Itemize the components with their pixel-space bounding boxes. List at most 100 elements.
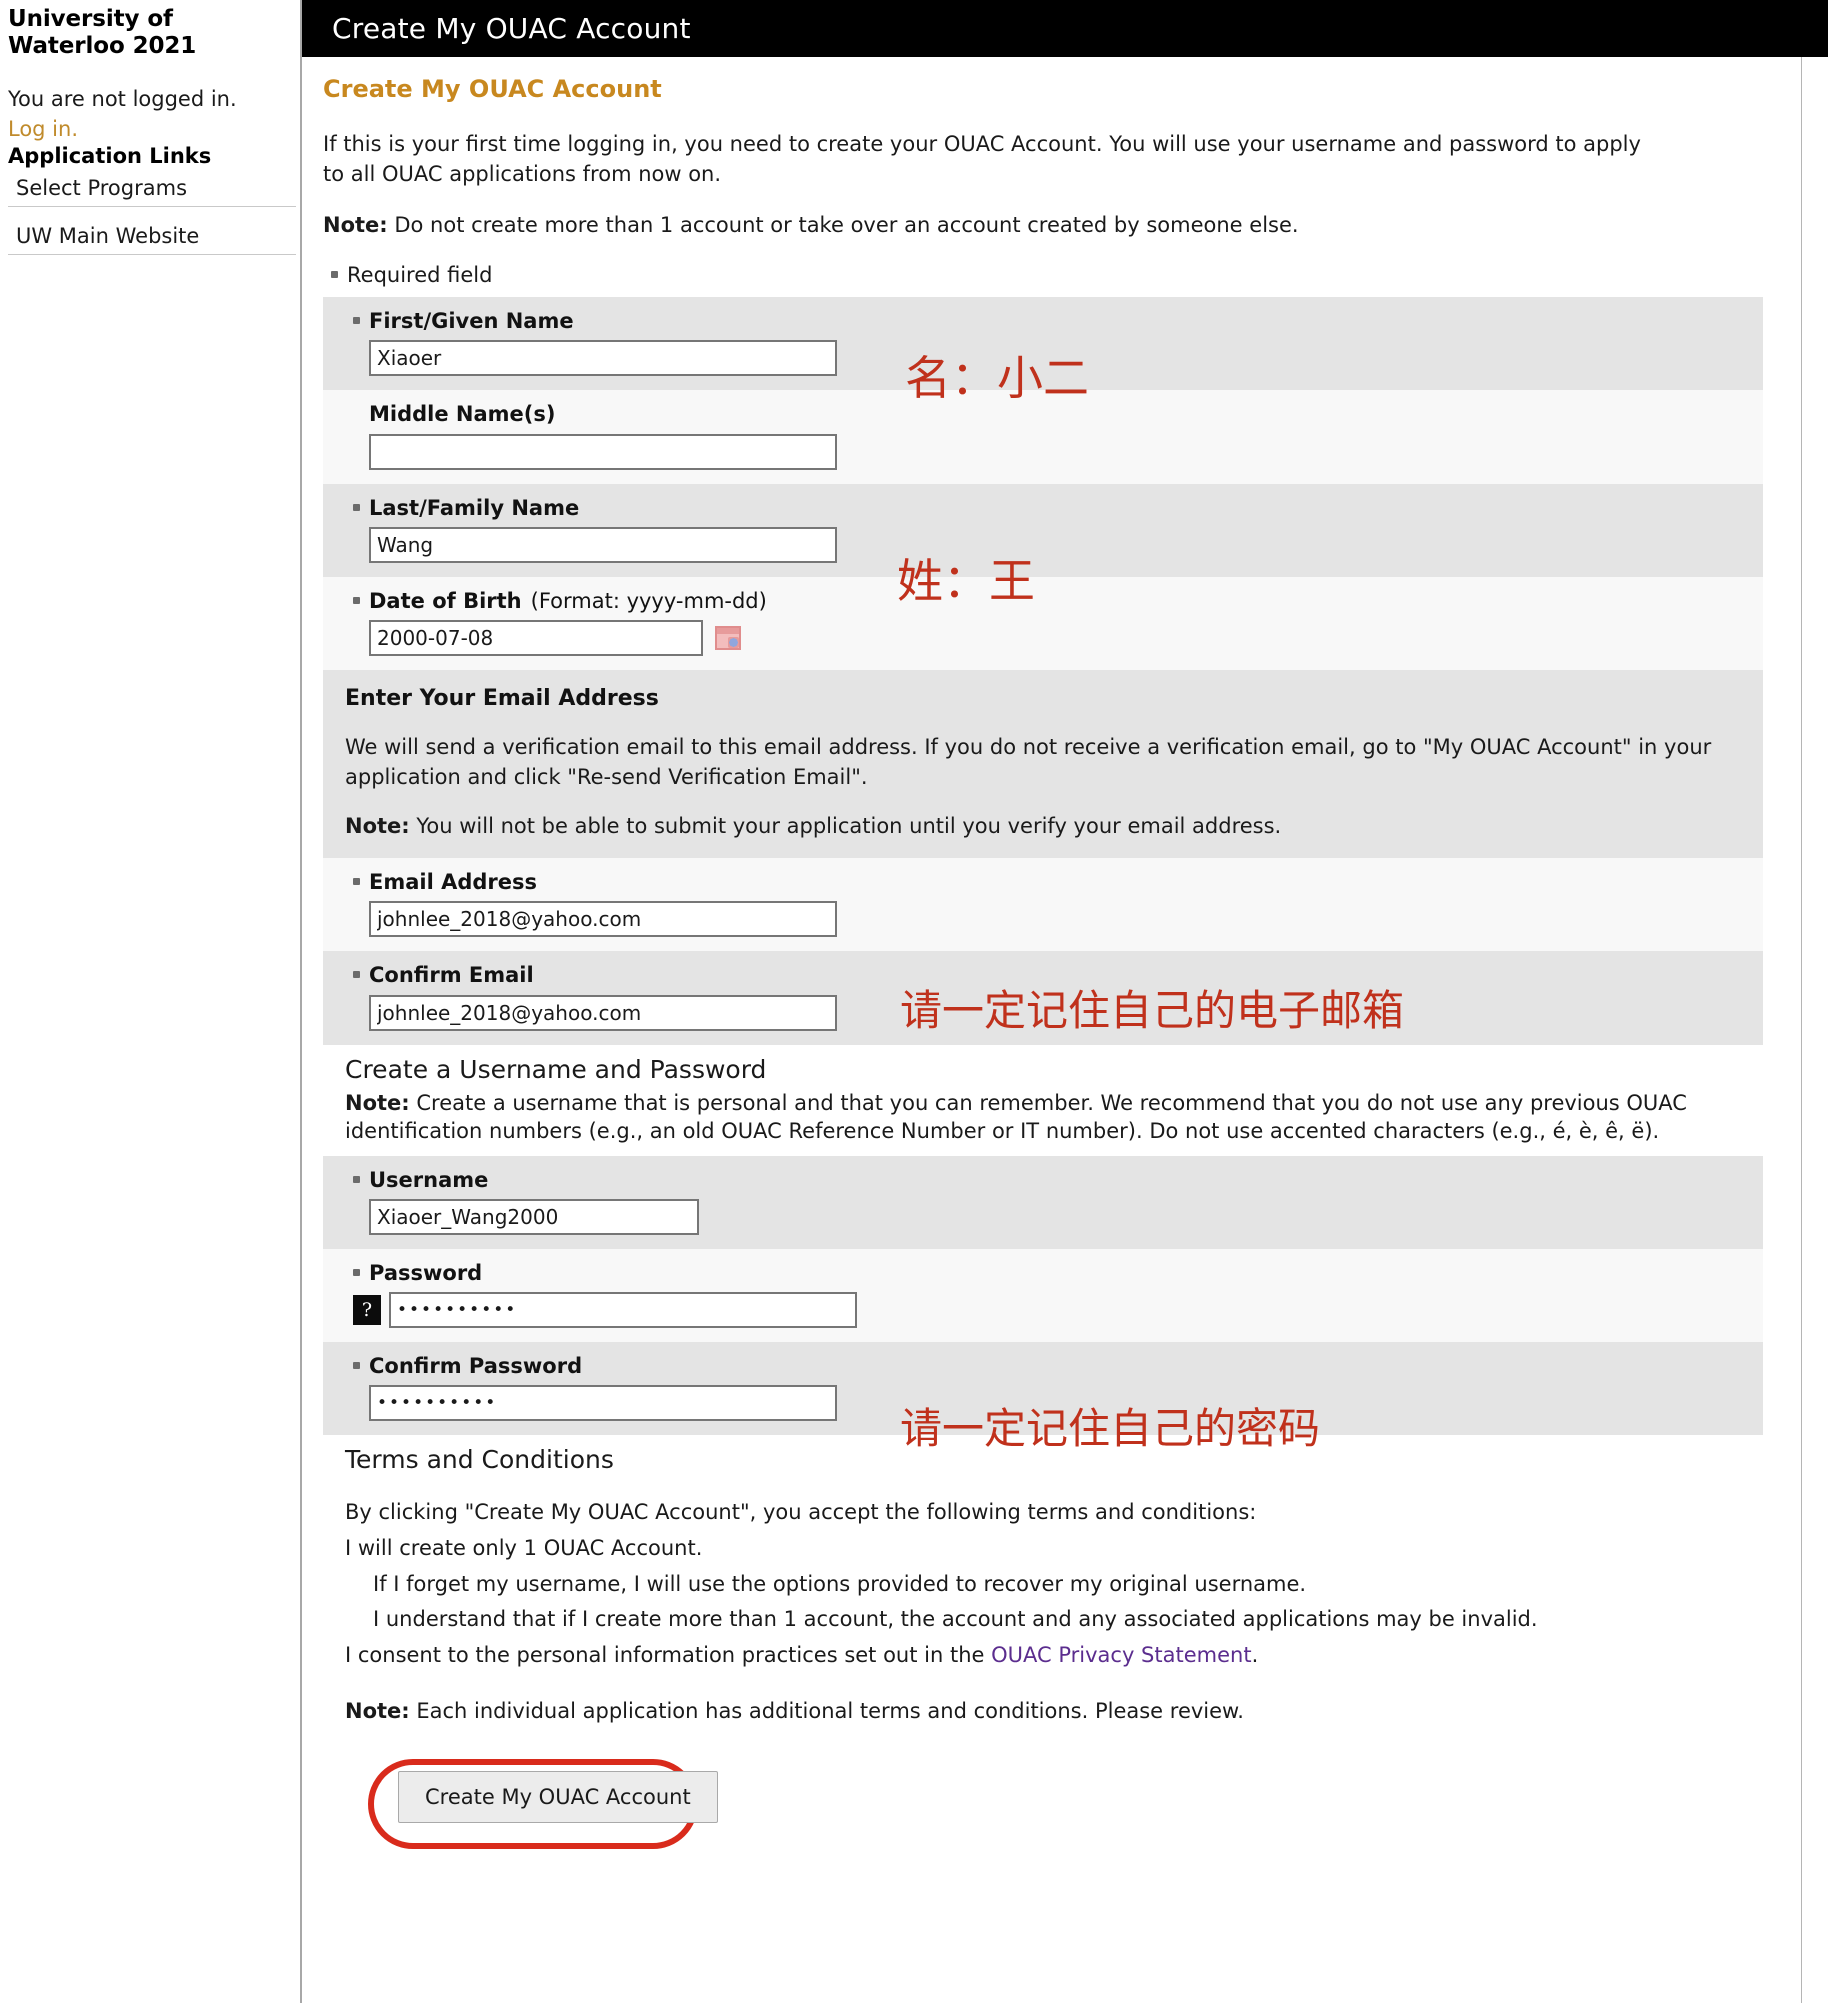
password-input[interactable]: [389, 1291, 857, 1328]
application-links-heading: Application Links: [8, 143, 212, 168]
note-label: Note:: [345, 1090, 410, 1115]
dob-label-wrap: Date of Birth (Format: yyyy-mm-dd): [353, 589, 1763, 613]
required-marker-icon: [353, 596, 360, 604]
first-name-label: First/Given Name: [369, 309, 574, 334]
required-marker-icon: [353, 503, 360, 511]
site-title: University of Waterloo 2021: [8, 6, 197, 60]
sidebar-item-select-programs-wrap: Select Programs: [8, 176, 296, 207]
confirm-password-input[interactable]: [369, 1385, 837, 1422]
required-marker-icon: [353, 1175, 360, 1183]
terms-consent-line: I consent to the personal information pr…: [345, 1641, 1729, 1671]
terms-consent-prefix: I consent to the personal information pr…: [345, 1643, 992, 1668]
last-name-input-wrap: [353, 526, 1763, 563]
intro-note: Note: Do not create more than 1 account …: [323, 211, 1663, 241]
confirm-password-label-wrap: Confirm Password: [353, 1354, 1763, 1378]
dob-format-hint: (Format: yyyy-mm-dd): [530, 588, 767, 613]
password-label: Password: [369, 1260, 483, 1285]
log-in-link[interactable]: Log in.: [8, 116, 300, 142]
credentials-note: Note: Create a username that is personal…: [345, 1089, 1729, 1146]
username-label-wrap: Username: [353, 1168, 1763, 1192]
help-question-icon[interactable]: ?: [353, 1294, 381, 1325]
required-marker-icon: [331, 271, 338, 279]
confirm-email-label: Confirm Email: [369, 963, 534, 988]
main-column: Create My OUAC Account Create My OUAC Ac…: [300, 0, 1828, 2003]
page-title: Create My OUAC Account: [323, 75, 662, 103]
content-inner: Create My OUAC Account If this is your f…: [302, 57, 1801, 1857]
required-field-legend: Required field: [323, 263, 1801, 287]
last-name-label: Last/Family Name: [369, 495, 580, 520]
email-input-wrap: [353, 901, 1763, 938]
credentials-intro: Create a Username and Password Note: Cre…: [323, 1044, 1763, 1156]
last-name-label-wrap: Last/Family Name: [353, 496, 1763, 520]
field-row-last-name: Last/Family Name: [323, 483, 1763, 577]
terms-item: If I forget my username, I will use the …: [373, 1571, 1307, 1596]
terms-lead: By clicking "Create My OUAC Account", yo…: [345, 1500, 1257, 1525]
login-status-text: You are not logged in.: [8, 87, 237, 112]
username-label: Username: [369, 1167, 489, 1192]
field-row-confirm-password: Confirm Password: [323, 1341, 1763, 1436]
note-text: Create a username that is personal and t…: [345, 1090, 1687, 1144]
app-root: University of Waterloo 2021 You are not …: [0, 0, 1828, 2003]
content-frame: Create My OUAC Account If this is your f…: [302, 57, 1802, 2003]
middle-name-input[interactable]: [369, 433, 837, 470]
required-marker-icon: [353, 317, 360, 325]
note-label: Note:: [345, 1699, 410, 1724]
email-section-heading: Enter Your Email Address: [345, 685, 659, 711]
confirm-password-label: Confirm Password: [369, 1353, 583, 1378]
note-text: Do not create more than 1 account or tak…: [387, 213, 1299, 238]
field-row-middle-name: Middle Name(s): [323, 390, 1763, 484]
credentials-heading: Create a Username and Password: [345, 1054, 767, 1084]
email-address-label: Email Address: [369, 870, 538, 895]
terms-heading: Terms and Conditions: [345, 1445, 614, 1475]
field-row-confirm-email: Confirm Email: [323, 951, 1763, 1045]
last-name-input[interactable]: [369, 526, 837, 563]
field-row-date-of-birth: Date of Birth (Format: yyyy-mm-dd): [323, 576, 1763, 670]
note-text: You will not be able to submit your appl…: [409, 814, 1282, 839]
note-label: Note:: [345, 814, 410, 839]
middle-name-label: Middle Name(s): [369, 402, 556, 427]
calendar-icon[interactable]: [715, 625, 741, 650]
first-name-input-wrap: [353, 340, 1763, 377]
email-label-wrap: Email Address: [353, 870, 1763, 894]
field-row-password: Password ?: [323, 1248, 1763, 1342]
sidebar-item-select-programs[interactable]: Select Programs: [16, 176, 288, 200]
email-section-intro: Enter Your Email Address We will send a …: [323, 669, 1763, 859]
terms-item: I will create only 1 OUAC Account.: [345, 1535, 703, 1560]
required-marker-icon: [353, 971, 360, 979]
create-my-ouac-account-button[interactable]: Create My OUAC Account: [398, 1770, 718, 1823]
required-marker-icon: [353, 1361, 360, 1369]
dob-label: Date of Birth: [369, 588, 522, 613]
date-of-birth-input[interactable]: [369, 619, 703, 656]
personal-info-fields: First/Given Name Middle Name(s): [323, 297, 1763, 670]
window-titlebar: Create My OUAC Account: [302, 0, 1828, 57]
terms-block: Terms and Conditions By clicking "Create…: [323, 1435, 1763, 1737]
terms-consent-suffix: .: [1251, 1643, 1259, 1668]
terms-note: Note: Each individual application has ad…: [345, 1697, 1729, 1727]
field-row-first-name: First/Given Name: [323, 297, 1763, 391]
username-input[interactable]: [369, 1198, 699, 1235]
terms-item: I understand that if I create more than …: [373, 1607, 1538, 1632]
submit-area: Create My OUAC Account: [323, 1737, 1801, 1857]
required-marker-icon: [353, 878, 360, 886]
middle-name-label-wrap: Middle Name(s): [353, 402, 1763, 426]
email-section: Enter Your Email Address We will send a …: [323, 669, 1763, 1045]
username-input-wrap: [353, 1198, 1763, 1235]
first-name-input[interactable]: [369, 340, 837, 377]
credentials-section: Create a Username and Password Note: Cre…: [323, 1044, 1763, 1436]
confirm-email-input[interactable]: [369, 994, 837, 1031]
email-address-input[interactable]: [369, 901, 837, 938]
terms-section: Terms and Conditions By clicking "Create…: [323, 1435, 1763, 1737]
intro-paragraph: If this is your first time logging in, y…: [323, 131, 1641, 186]
note-text: Each individual application has addition…: [409, 1699, 1244, 1724]
first-name-label-wrap: First/Given Name: [353, 309, 1763, 333]
middle-name-input-wrap: [353, 433, 1763, 470]
field-row-username: Username: [323, 1155, 1763, 1249]
confirm-email-label-wrap: Confirm Email: [353, 963, 1763, 987]
password-label-wrap: Password: [353, 1261, 1763, 1285]
confirm-password-input-wrap: [353, 1385, 1763, 1422]
field-row-email-address: Email Address: [323, 858, 1763, 952]
ouac-privacy-statement-link[interactable]: OUAC Privacy Statement: [991, 1643, 1251, 1667]
dob-input-wrap: [353, 619, 1763, 656]
sidebar-item-uw-main-website[interactable]: UW Main Website: [16, 224, 288, 248]
email-section-paragraph: We will send a verification email to thi…: [345, 734, 1712, 789]
